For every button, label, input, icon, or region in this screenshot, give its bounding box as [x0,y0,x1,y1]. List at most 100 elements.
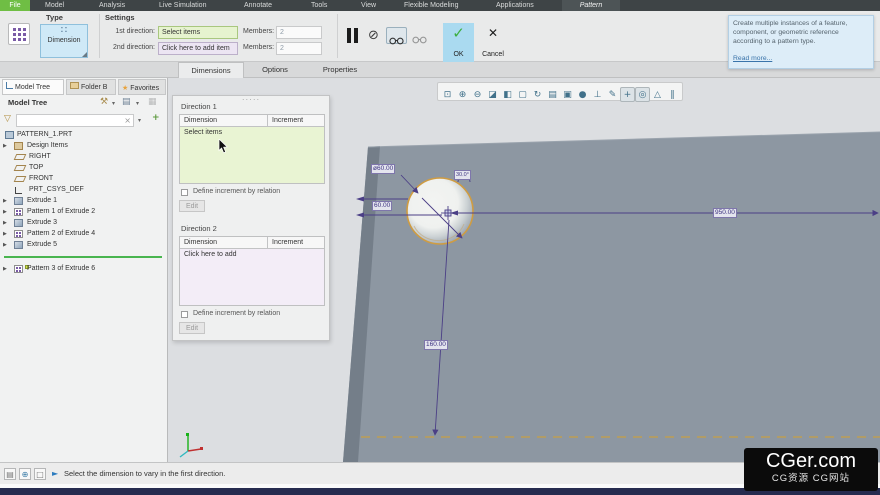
tab-properties[interactable]: Properties [306,62,374,78]
cancel-button[interactable]: Cancel [476,23,510,62]
navigator-panel: Model Tree Folder B Favorites Model Tree… [0,78,168,462]
tree-item-pattern3-pending[interactable]: Pattern 3 of Extrude 6 [0,264,168,275]
verify-preview-icon[interactable] [386,27,407,44]
folder-browser-tab[interactable]: Folder B [66,79,116,95]
expander-icon[interactable] [3,231,7,237]
tab-pattern-active[interactable]: Pattern [562,0,620,11]
tab-analysis[interactable]: Analysis [99,0,125,11]
define-increment-checkbox-2[interactable] [181,311,188,318]
saved-orientations-icon[interactable] [530,88,545,103]
tree-item-extrude3[interactable]: Extrude 3 [0,218,168,229]
define-increment-checkbox-1[interactable] [181,189,188,196]
expander-icon[interactable] [3,209,7,215]
pattern-type-dropdown[interactable]: Dimension [40,24,88,58]
tab-options[interactable]: Options [244,62,306,78]
tree-item-design-items[interactable]: Design Items [0,141,168,152]
perspective-icon[interactable] [650,88,665,103]
tab-annotate[interactable]: Annotate [244,0,272,11]
dim-height-label[interactable]: 160.00 [424,340,448,350]
members2-label: Members: [243,44,274,51]
tree-item-right-plane[interactable]: RIGHT [0,152,168,163]
direction2-collector[interactable]: Click here to add [180,249,324,305]
section-view-icon[interactable] [515,88,530,103]
pause-icon[interactable] [665,88,680,103]
pause-button[interactable] [347,28,361,48]
no-preview-icon[interactable] [368,28,379,43]
expander-icon[interactable] [3,220,7,226]
direction1-collector[interactable]: Select items [180,127,324,183]
settings-group-label: Settings [105,13,135,22]
attached-preview-icon[interactable] [412,31,427,49]
col-dimension: Dimension [180,237,268,248]
filter-funnel-icon[interactable] [4,114,11,124]
edit-button-2[interactable]: Edit [179,322,205,334]
second-direction-collector[interactable]: Click here to add item [158,42,238,55]
ok-button[interactable]: OK [443,23,474,62]
ok-label: OK [453,51,463,58]
spin-center-icon[interactable] [635,87,650,102]
direction2-table[interactable]: Dimension Increment Click here to add [179,236,325,306]
search-options-icon[interactable] [138,117,141,124]
dim-angle-label[interactable]: 30.0° [454,170,471,180]
tree-item-front-plane[interactable]: FRONT [0,174,168,185]
tree-settings-icon[interactable] [100,97,108,107]
favorites-tab[interactable]: Favorites [118,79,166,95]
tree-item-part[interactable]: PATTERN_1.PRT [0,130,168,141]
direction1-table[interactable]: Dimension Increment Select items [179,114,325,184]
read-more-link[interactable]: Read more... [733,55,772,62]
expander-icon[interactable] [3,198,7,204]
chevron-down-icon[interactable] [112,100,115,107]
refit-icon[interactable] [440,88,455,103]
datum-display-icon[interactable] [590,88,605,103]
tab-file[interactable]: File [0,0,30,11]
dim-width-label[interactable]: 950.00 [713,208,737,218]
add-filter-icon[interactable] [152,113,160,123]
csys-triad-icon [180,433,203,457]
dim-offset-left-label[interactable]: 60.00 [372,201,392,211]
web-link-icon[interactable] [19,468,31,480]
annotation-display-icon[interactable] [605,88,620,103]
tab-view[interactable]: View [361,0,376,11]
pattern-tooltip: Create multiple instances of a feature, … [728,15,874,69]
panel-drag-handle[interactable] [242,95,260,104]
expander-icon[interactable] [3,266,7,272]
members2-field[interactable]: 2 [276,42,322,55]
dim-diameter-label[interactable]: ø60.00 [371,164,395,174]
graphics-toolbar [437,82,683,101]
tree-item-csys[interactable]: PRT_CSYS_DEF [0,185,168,196]
extrude-icon [14,197,23,205]
zoom-out-icon[interactable] [470,88,485,103]
tree-item-top-plane[interactable]: TOP [0,163,168,174]
tree-filters-icon[interactable] [122,97,131,107]
tree-item-pattern2[interactable]: Pattern 2 of Extrude 4 [0,229,168,240]
expander-icon[interactable] [3,143,7,149]
tab-dimensions[interactable]: Dimensions [178,62,244,78]
shaded-view-icon[interactable] [575,88,590,103]
repaint-icon[interactable] [485,88,500,103]
tab-live-simulation[interactable]: Live Simulation [159,0,206,11]
tree-item-pattern1[interactable]: Pattern 1 of Extrude 2 [0,207,168,218]
edit-button-1[interactable]: Edit [179,200,205,212]
chevron-down-icon[interactable] [136,100,139,107]
tree-item-extrude5[interactable]: Extrude 5 [0,240,168,251]
capture-icon[interactable] [560,88,575,103]
members1-field[interactable]: 2 [276,26,322,39]
tree-item-extrude1[interactable]: Extrude 1 [0,196,168,207]
zoom-in-icon[interactable] [455,88,470,103]
extrude-icon [14,241,23,249]
tab-tools[interactable]: Tools [311,0,327,11]
tab-model[interactable]: Model [45,0,64,11]
clear-search-icon[interactable] [124,116,131,125]
view-manager-icon[interactable] [545,88,560,103]
expander-icon[interactable] [3,242,7,248]
first-direction-collector[interactable]: Select items [158,26,238,39]
feature-info-icon[interactable] [4,468,16,480]
select-box-icon[interactable] [34,468,46,480]
model-tree-tab[interactable]: Model Tree [2,79,64,95]
drag-mode-icon[interactable] [620,87,635,102]
tab-applications[interactable]: Applications [496,0,534,11]
tab-flexible-modeling[interactable]: Flexible Modeling [404,0,458,11]
display-style-icon[interactable] [500,88,515,103]
watermark-title: CGer.com [744,450,878,472]
tree-search-input[interactable] [16,114,134,127]
